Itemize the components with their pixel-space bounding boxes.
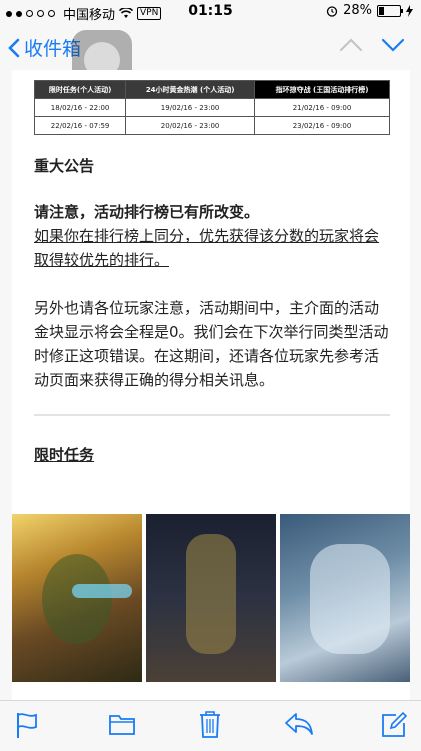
trash-icon[interactable] (198, 709, 222, 739)
email-body: 限时任务(个人活动) 24小时黄金热潮 (个人活动) 指环掠夺战 (王国活动排行… (12, 70, 410, 700)
hero-frost-giant-image (280, 514, 410, 682)
hero-figure (186, 534, 236, 654)
alarm-icon (326, 5, 338, 17)
notice-underlined-text: 如果你在排行榜上同分，优先获得该分数的玩家将会取得较优先的排行。 (34, 227, 380, 269)
notice-bold-text: 请注意，活动排行榜已有所改变。 (34, 203, 260, 221)
hero-figure (310, 544, 390, 654)
flag-icon[interactable] (14, 711, 40, 739)
battery-icon (377, 4, 403, 17)
table-row: 18/02/16 - 22:00 19/02/16 - 23:00 21/02/… (33, 98, 390, 117)
battery-cap (401, 8, 403, 13)
reply-icon[interactable] (284, 711, 314, 737)
charging-icon (406, 4, 413, 17)
hero-banner (12, 514, 410, 682)
email-content: 限时任务(个人活动) 24小时黄金热潮 (个人活动) 指环掠夺战 (王国活动排行… (33, 80, 390, 465)
previous-message-icon[interactable] (339, 38, 363, 52)
bottom-toolbar (0, 700, 421, 751)
hero-figure (42, 554, 112, 644)
table-cell: 18/02/16 - 22:00 (33, 98, 127, 117)
table-cell: 23/02/16 - 09:00 (254, 116, 390, 135)
divider (34, 414, 390, 416)
event-schedule-table: 限时任务(个人活动) 24小时黄金热潮 (个人活动) 指环掠夺战 (王国活动排行… (33, 80, 390, 135)
table-row: 22/02/16 - 07:59 20/02/16 - 23:00 23/02/… (33, 116, 390, 135)
hero-knight-image (146, 514, 276, 682)
table-cell: 21/02/16 - 09:00 (254, 98, 390, 117)
notice-paragraph: 另外也请各位玩家注意，活动期间中，主介面的活动金块显示将会全程是0。我们会在下次… (34, 299, 389, 389)
status-right: 28% (326, 3, 413, 18)
back-to-inbox-button[interactable]: 收件箱 (8, 34, 81, 61)
mission-title: 限时任务 (34, 446, 95, 464)
announcement-title: 重大公告 (34, 157, 95, 175)
table-header: 指环掠夺战 (王国活动排行榜) (254, 80, 390, 99)
hero-archer-image (12, 514, 142, 682)
next-message-icon[interactable] (381, 38, 405, 52)
table-header-row: 限时任务(个人活动) 24小时黄金热潮 (个人活动) 指环掠夺战 (王国活动排行… (33, 80, 390, 99)
battery-percent: 28% (343, 3, 372, 18)
nav-bar: 收件箱 (0, 24, 421, 90)
battery-fill (379, 6, 385, 15)
chevron-left-icon (8, 38, 20, 57)
folder-icon[interactable] (108, 711, 136, 737)
table-header: 限时任务(个人活动) (33, 80, 127, 99)
compose-icon[interactable] (380, 711, 408, 739)
hero-bow-glow (72, 584, 132, 598)
table-cell: 22/02/16 - 07:59 (33, 116, 127, 135)
table-cell: 19/02/16 - 23:00 (125, 98, 256, 117)
table-cell: 20/02/16 - 23:00 (125, 116, 256, 135)
status-bar: 中国移动 VPN 01:15 28% (0, 0, 421, 24)
table-header: 24小时黄金热潮 (个人活动) (125, 80, 256, 99)
notice-block: 请注意，活动排行榜已有所改变。 如果你在排行榜上同分，优先获得该分数的玩家将会取… (34, 200, 390, 272)
